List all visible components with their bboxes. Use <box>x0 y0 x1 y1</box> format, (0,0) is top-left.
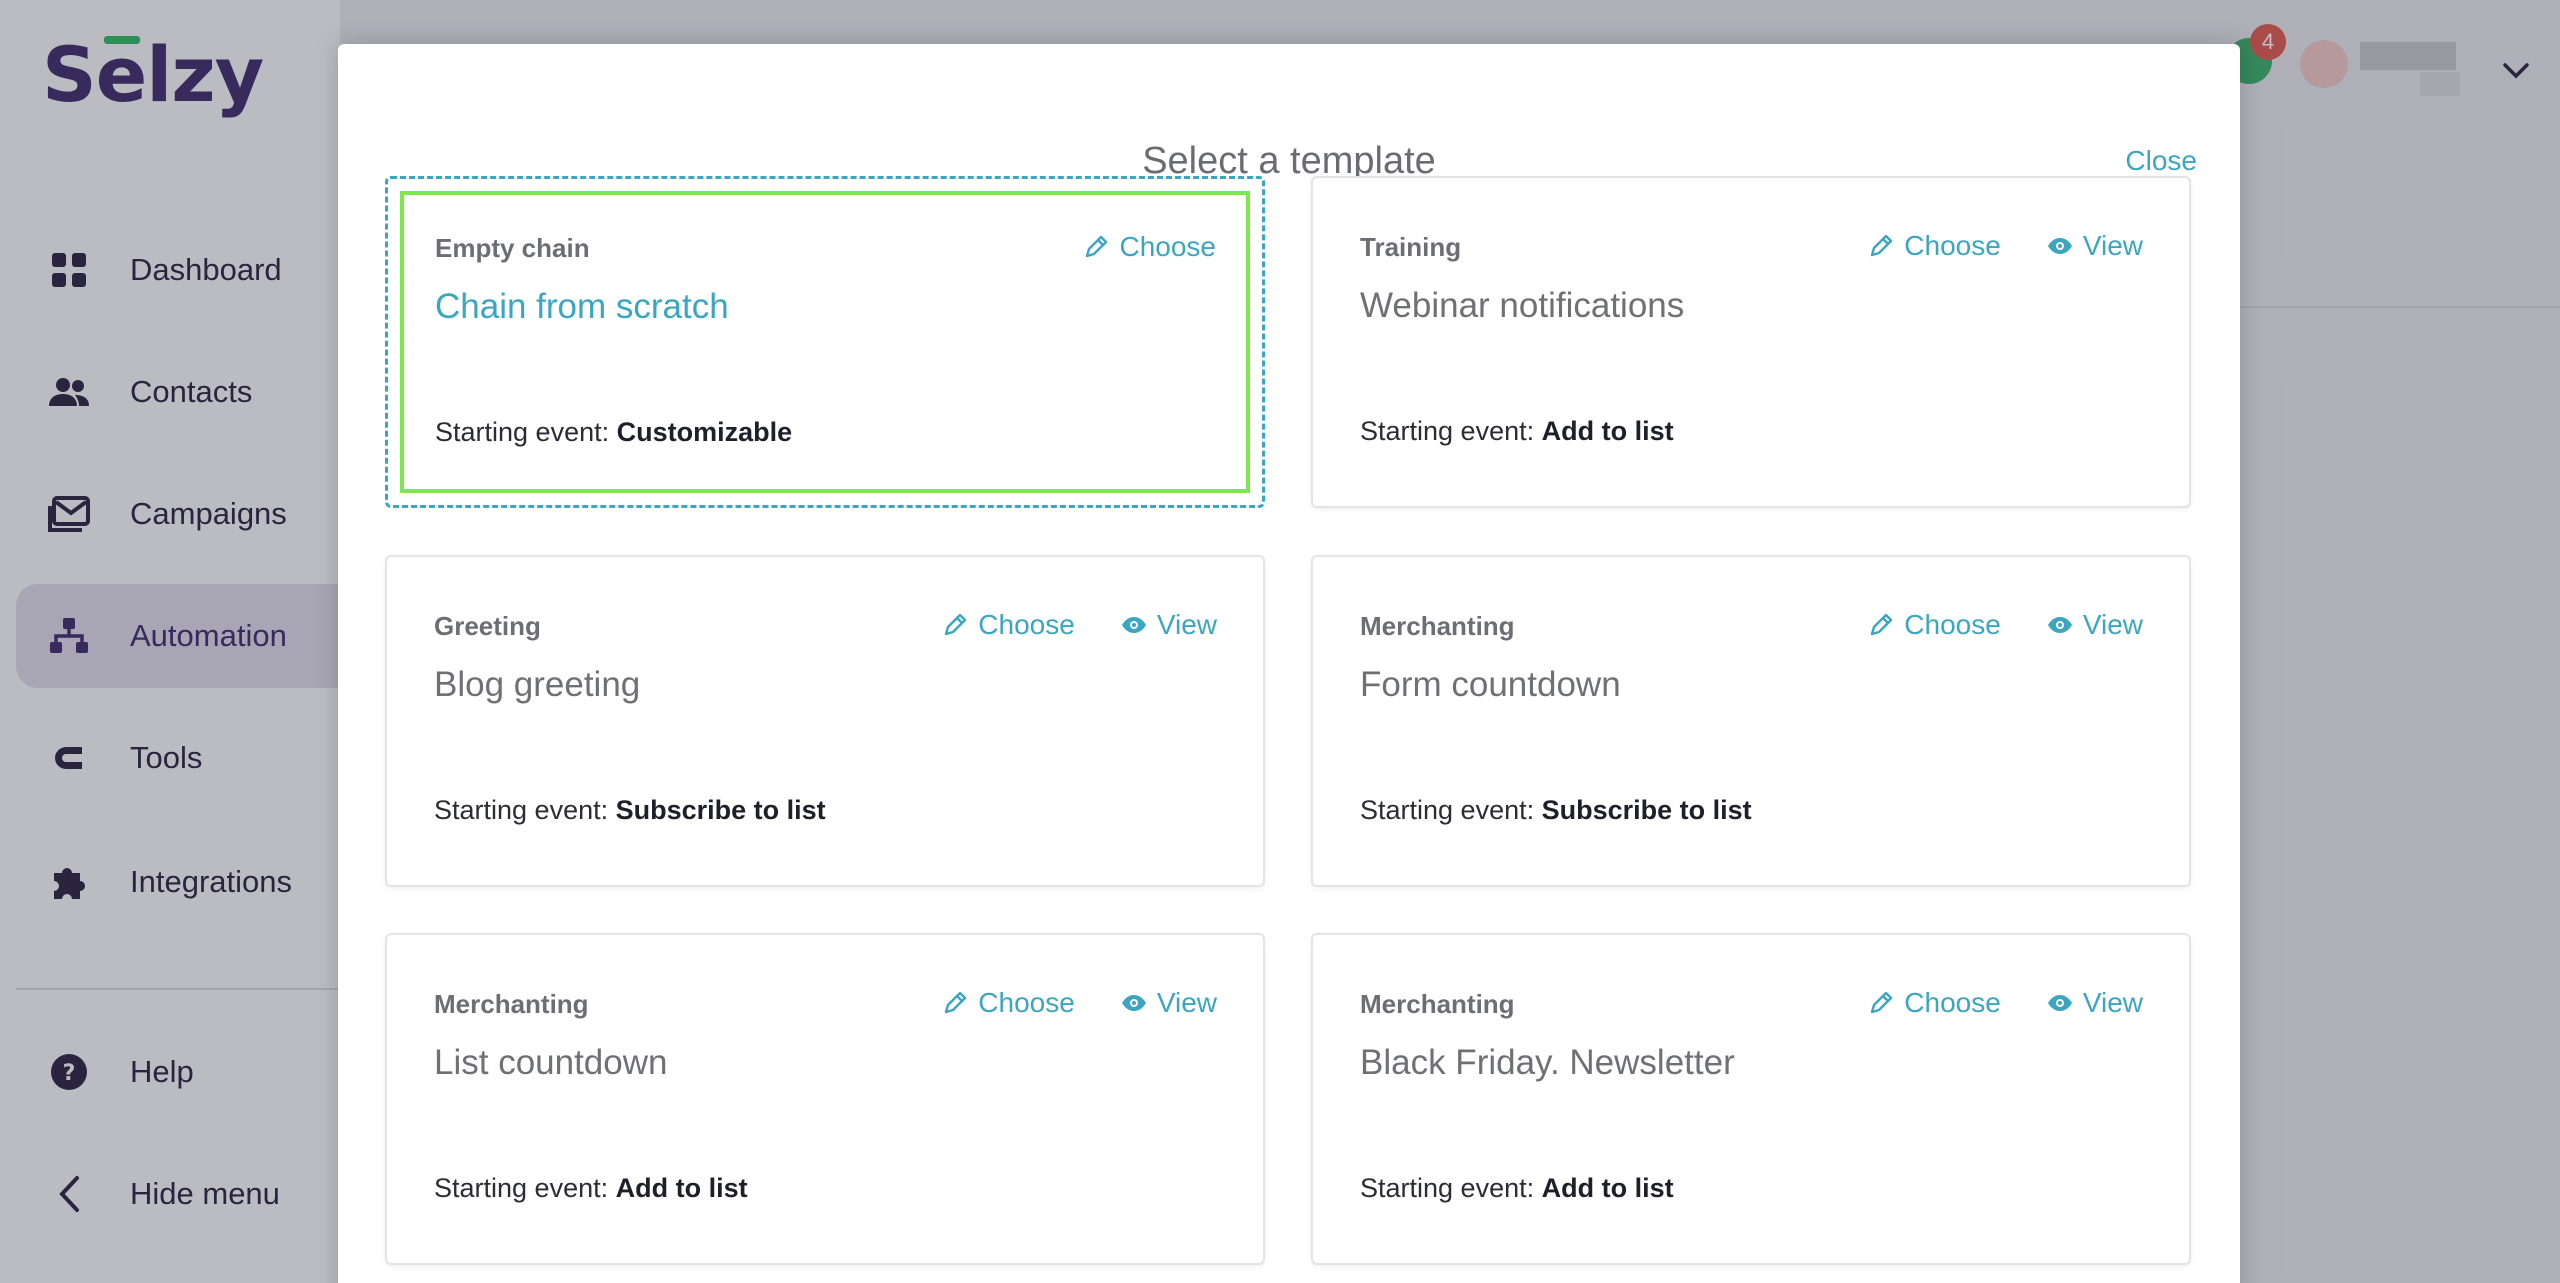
card-actions: Choose View <box>1868 230 2143 262</box>
starting-event-label: Starting event: <box>1360 1173 1535 1203</box>
template-card[interactable]: Merchanting List countdown Starting event:… <box>385 933 1265 1265</box>
starting-event-value: Add to list <box>615 1173 748 1203</box>
starting-event: Starting event: Add to list <box>1360 416 1674 447</box>
template-title: Black Friday. Newsletter <box>1360 1043 1735 1082</box>
view-button[interactable]: View <box>2047 987 2143 1019</box>
template-title: Chain from scratch <box>435 287 729 326</box>
choose-button[interactable]: Choose <box>942 987 1075 1019</box>
pencil-icon <box>942 990 968 1016</box>
view-button[interactable]: View <box>1121 609 1217 641</box>
template-category: Merchanting <box>1360 611 1515 641</box>
eye-icon <box>1121 994 1147 1012</box>
starting-event-value: Add to list <box>1541 1173 1674 1203</box>
choose-button[interactable]: Choose <box>942 609 1075 641</box>
template-card[interactable]: Greeting Blog greeting Starting event: Sub… <box>385 555 1265 887</box>
starting-event: Starting event: Subscribe to list <box>1360 795 1752 826</box>
starting-event: Starting event: Add to list <box>1360 1173 1674 1204</box>
close-button[interactable]: Close <box>2125 145 2197 177</box>
pencil-icon <box>1868 612 1894 638</box>
card-actions: Choose View <box>942 609 1217 641</box>
starting-event-value: Subscribe to list <box>615 795 826 825</box>
choose-label: Choose <box>1904 230 2001 261</box>
starting-event: Starting event: Add to list <box>434 1173 748 1204</box>
template-card[interactable]: Merchanting Form countdown Starting event:… <box>1311 555 2191 887</box>
card-actions: Choose View <box>1868 987 2143 1019</box>
pencil-icon <box>1083 234 1109 260</box>
view-label: View <box>1156 987 1217 1018</box>
select-template-modal: Select a template Close Empty chain Chain… <box>338 44 2240 1283</box>
template-category: Greeting <box>434 611 541 641</box>
choose-label: Choose <box>1904 987 2001 1018</box>
template-category: Merchanting <box>434 989 589 1019</box>
template-card[interactable]: Training Webinar notifications Starting ev… <box>1311 176 2191 508</box>
eye-icon <box>2047 616 2073 634</box>
starting-event-label: Starting event: <box>1360 795 1535 825</box>
starting-event-value: Customizable <box>616 417 793 447</box>
starting-event-label: Starting event: <box>434 1173 609 1203</box>
template-card[interactable]: Merchanting Black Friday. Newsletter Start… <box>1311 933 2191 1265</box>
starting-event-value: Add to list <box>1541 416 1674 446</box>
view-label: View <box>1156 609 1217 640</box>
choose-label: Choose <box>978 609 1075 640</box>
view-button[interactable]: View <box>2047 230 2143 262</box>
template-category: Empty chain <box>435 233 590 263</box>
view-label: View <box>2082 987 2143 1018</box>
choose-label: Choose <box>1119 231 1216 262</box>
template-category: Merchanting <box>1360 989 1515 1019</box>
starting-event: Starting event: Subscribe to list <box>434 795 826 826</box>
pencil-icon <box>1868 233 1894 259</box>
template-title: List countdown <box>434 1043 668 1082</box>
choose-button[interactable]: Choose <box>1868 987 2001 1019</box>
card-actions: Choose View <box>1868 609 2143 641</box>
template-title: Blog greeting <box>434 665 641 704</box>
card-actions: Choose <box>1083 231 1216 263</box>
template-card[interactable]: Empty chain Chain from scratch Starting ev… <box>385 176 1265 508</box>
starting-event-label: Starting event: <box>1360 416 1535 446</box>
choose-button[interactable]: Choose <box>1083 231 1216 263</box>
template-title: Webinar notifications <box>1360 286 1685 325</box>
choose-button[interactable]: Choose <box>1868 609 2001 641</box>
eye-icon <box>2047 994 2073 1012</box>
card-actions: Choose View <box>942 987 1217 1019</box>
starting-event-value: Subscribe to list <box>1541 795 1752 825</box>
view-button[interactable]: View <box>1121 987 1217 1019</box>
pencil-icon <box>942 612 968 638</box>
starting-event-label: Starting event: <box>435 417 610 447</box>
starting-event: Starting event: Customizable <box>435 417 792 448</box>
choose-label: Choose <box>978 987 1075 1018</box>
choose-label: Choose <box>1904 609 2001 640</box>
choose-button[interactable]: Choose <box>1868 230 2001 262</box>
view-label: View <box>2082 609 2143 640</box>
view-button[interactable]: View <box>2047 609 2143 641</box>
eye-icon <box>2047 237 2073 255</box>
view-label: View <box>2082 230 2143 261</box>
template-title: Form countdown <box>1360 665 1621 704</box>
starting-event-label: Starting event: <box>434 795 609 825</box>
pencil-icon <box>1868 990 1894 1016</box>
eye-icon <box>1121 616 1147 634</box>
template-category: Training <box>1360 232 1462 262</box>
